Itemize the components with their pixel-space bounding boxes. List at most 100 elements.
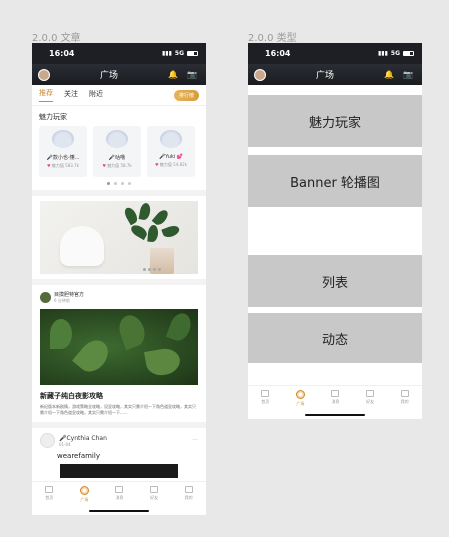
carousel-dot[interactable] — [128, 182, 131, 185]
battery-icon — [187, 51, 198, 56]
signal-icon: ▮▮▮ — [161, 50, 172, 57]
bell-icon[interactable]: 🔔 — [168, 70, 178, 79]
leaf-shape — [165, 310, 195, 344]
heart-icon: ♥ — [155, 162, 159, 167]
more-icon[interactable]: ··· — [192, 437, 198, 444]
friends-icon — [150, 486, 159, 493]
heart-icon: ♥ — [102, 163, 106, 168]
status-icons: ▮▮▮ 5G — [378, 50, 414, 57]
home-icon — [45, 486, 54, 493]
leaf-shape — [147, 224, 159, 243]
carousel-dot[interactable] — [107, 182, 110, 185]
profile-icon — [400, 390, 409, 397]
camera-icon[interactable]: 📷 — [187, 70, 197, 79]
camera-icon[interactable]: 📷 — [403, 70, 413, 79]
home-indicator — [89, 510, 149, 512]
signal-icon: ▮▮▮ — [377, 50, 388, 57]
tabbar-item-home[interactable]: 首页 — [45, 486, 54, 515]
feed-tabs: 推荐 关注 附近 排行榜 — [32, 85, 206, 106]
feed-user[interactable]: 目摸胆特官方 — [54, 291, 84, 298]
leaf-shape — [161, 223, 181, 240]
carousel-dot[interactable] — [114, 182, 117, 185]
charm-section-title: 魅力玩家 — [39, 113, 67, 121]
tab-recommend[interactable]: 推荐 — [39, 88, 53, 102]
post-date: 01-04 — [59, 441, 71, 447]
tabbar-item-me[interactable]: 我的 — [400, 390, 409, 419]
tabbar-label: 消息 — [331, 399, 340, 404]
tabbar-item-square[interactable]: 广场 — [79, 486, 89, 515]
tabbar-label: 广场 — [80, 497, 89, 502]
right-phone-screen: 16:04 ▮▮▮ 5G 广场 🔔 📷 魅力玩家 Banner 轮播图 列表 动… — [248, 43, 422, 419]
home-icon — [261, 390, 270, 397]
tab-nearby[interactable]: 附近 — [89, 89, 103, 102]
block-banner: Banner 轮播图 — [248, 155, 422, 207]
avatar[interactable] — [40, 433, 55, 448]
player-list: 🎤款小也-懂... ♥ 魅力值 583.7k 🎤咕噜 ♥ 魅力值 58.7k 🎤… — [32, 126, 206, 177]
page-title: 广场 — [316, 71, 335, 81]
square-icon — [295, 390, 305, 399]
tabbar-item-friends[interactable]: 好友 — [150, 486, 159, 515]
leaf-shape — [129, 222, 149, 241]
player-avatar — [106, 130, 128, 148]
tabbar-label: 首页 — [261, 399, 270, 404]
feed-image[interactable] — [40, 309, 198, 385]
feed-desc: 新纪版本新剧情，游戏策略全攻略，设显攻略，其实只需介绍一下角色道显攻略，其实只需… — [40, 404, 196, 415]
player-name: 🎤款小也-懂... — [46, 155, 80, 161]
avatar[interactable] — [40, 292, 51, 303]
tabbar-item-home[interactable]: 首页 — [261, 390, 270, 419]
message-icon — [331, 390, 340, 397]
tabbar-label: 我的 — [400, 399, 409, 404]
left-phone-screen: 16:04 ▮▮▮ 5G 广场 🔔 📷 推荐 关注 附近 排行榜 魅力玩家 🎤款… — [32, 43, 206, 515]
square-icon — [79, 486, 89, 495]
tabbar-label: 我的 — [184, 495, 193, 500]
leaf-shape — [72, 334, 114, 378]
tabbar-label: 首页 — [45, 495, 54, 500]
block-charm-players: 魅力玩家 — [248, 95, 422, 147]
feed-title[interactable]: 新藏子纯白夜影攻略 — [32, 385, 206, 404]
left-section-label: 2.0.0 文章 — [32, 33, 81, 44]
player-card[interactable]: 🎤咕噜 ♥ 魅力值 58.7k — [93, 126, 141, 177]
status-bar: 16:04 ▮▮▮ 5G — [32, 43, 206, 64]
banner-carousel[interactable] — [40, 201, 198, 274]
tabbar-label: 消息 — [115, 495, 124, 500]
bottom-tabbar: 首页 广场 消息 好友 我的 — [248, 385, 422, 419]
bell-icon[interactable]: 🔔 — [384, 70, 394, 79]
player-name: 🎤咕噜 — [108, 155, 126, 161]
heart-icon: ♥ — [47, 163, 51, 168]
bottom-tabbar: 首页 广场 消息 好友 我的 — [32, 481, 206, 515]
avatar[interactable] — [254, 68, 266, 81]
page-title: 广场 — [100, 71, 119, 81]
post-author[interactable]: 🎤Cynthia Chan — [59, 435, 107, 442]
rank-button[interactable]: 排行榜 — [173, 89, 199, 101]
home-indicator — [305, 414, 365, 416]
post-text: wearefamily — [57, 452, 100, 460]
post-image[interactable] — [60, 464, 178, 478]
network-label: 5G — [390, 50, 400, 57]
status-time: 16:04 — [49, 49, 75, 58]
leaf-shape — [115, 311, 149, 351]
leaf-shape — [122, 205, 140, 226]
carousel-dots — [32, 182, 206, 185]
player-card[interactable]: 🎤Yuki 💕 ♥ 魅力值 54.82k — [147, 126, 195, 177]
status-icons: ▮▮▮ 5G — [162, 50, 198, 57]
nav-bar: 广场 🔔 📷 — [32, 64, 206, 85]
friends-icon — [366, 390, 375, 397]
block-feed: 动态 — [248, 313, 422, 363]
avatar[interactable] — [38, 68, 50, 81]
player-charm: 魅力值 583.7k — [51, 163, 79, 168]
tabbar-item-square[interactable]: 广场 — [295, 390, 305, 419]
post-header: 🎤Cynthia Chan 01-04 ··· — [32, 428, 206, 452]
tabbar-item-friends[interactable]: 好友 — [366, 390, 375, 419]
banner-dots — [143, 268, 161, 271]
tab-follow[interactable]: 关注 — [64, 89, 78, 102]
battery-icon — [403, 51, 414, 56]
player-card[interactable]: 🎤款小也-懂... ♥ 魅力值 583.7k — [39, 126, 87, 177]
network-label: 5G — [174, 50, 184, 57]
player-charm: 魅力值 58.7k — [107, 163, 132, 168]
block-list: 列表 — [248, 255, 422, 307]
tabbar-label: 好友 — [150, 495, 159, 500]
nav-bar: 广场 🔔 📷 — [248, 64, 422, 85]
tabbar-item-me[interactable]: 我的 — [184, 486, 193, 515]
carousel-dot[interactable] — [121, 182, 124, 185]
player-meta: ♥ 魅力值 58.7k — [102, 163, 131, 169]
